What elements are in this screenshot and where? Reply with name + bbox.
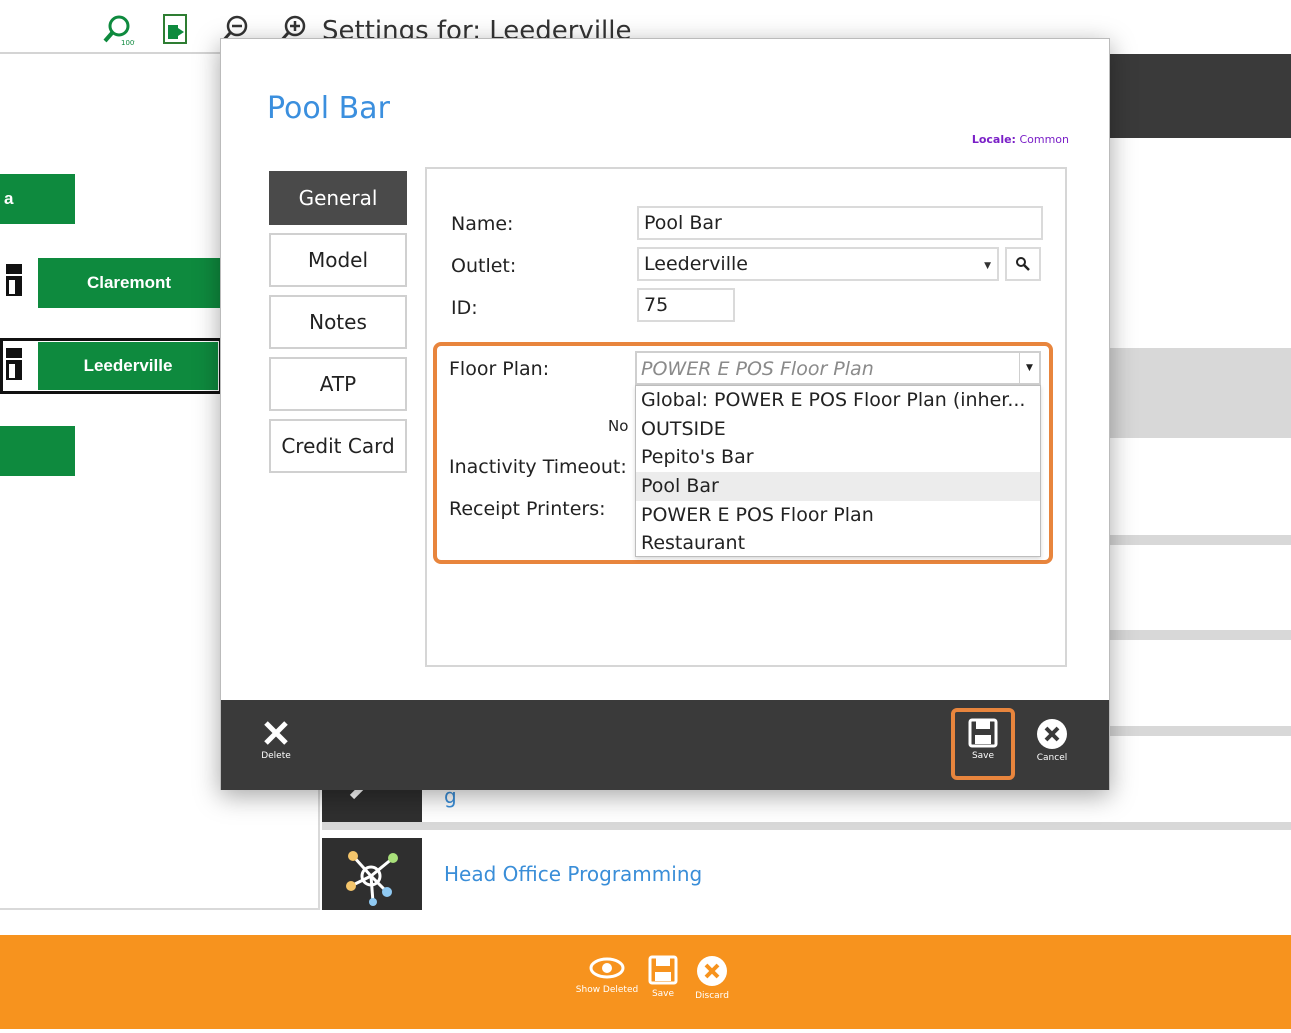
dropdown-option-selected[interactable]: Pool Bar <box>636 472 1040 501</box>
floor-plan-dropdown: Global: POWER E POS Floor Plan (inher...… <box>635 385 1041 557</box>
dropdown-option[interactable]: Global: POWER E POS Floor Plan (inher... <box>636 386 1040 415</box>
discard-button[interactable]: Discard <box>692 955 732 1001</box>
discard-label: Discard <box>695 991 729 1001</box>
store-tile-label: Leederville <box>83 356 173 375</box>
close-icon <box>264 721 288 745</box>
fit-page-icon[interactable] <box>158 12 194 48</box>
menu-separator <box>322 822 1291 830</box>
tab-list: General Model Notes ATP Credit Card <box>269 171 409 481</box>
cancel-label: Cancel <box>1036 753 1068 763</box>
floor-plan-label: Floor Plan: <box>449 358 550 380</box>
store-tile[interactable] <box>0 426 75 476</box>
outlet-search-button[interactable] <box>1005 247 1041 281</box>
save-icon <box>968 718 998 748</box>
floor-plan-select[interactable]: POWER E POS Floor Plan ▼ <box>635 351 1041 385</box>
save-icon <box>648 955 678 985</box>
tab-model[interactable]: Model <box>269 233 407 287</box>
cancel-button[interactable]: Cancel <box>1027 718 1077 763</box>
eye-icon <box>589 957 625 979</box>
show-deleted-label: Show Deleted <box>575 985 639 995</box>
locale-indicator[interactable]: Locale: Common <box>972 133 1069 146</box>
dropdown-option[interactable]: Restaurant <box>636 529 1040 558</box>
outlet-label: Outlet: <box>451 255 517 277</box>
store-tile-label: Claremont <box>86 273 172 292</box>
cancel-icon <box>1037 719 1067 749</box>
search-icon <box>1016 257 1030 271</box>
save-button[interactable]: Save <box>648 955 678 1001</box>
store-icon <box>6 348 22 380</box>
menu-item-label: Head Office Programming <box>444 862 703 886</box>
bottom-actions: Show Deleted Save Discard <box>576 955 732 1001</box>
name-field[interactable]: Pool Bar <box>637 206 1043 240</box>
network-icon <box>322 838 422 910</box>
store-tile-leederville[interactable]: Leederville <box>38 342 218 390</box>
dialog-footer: Delete Save Cancel <box>221 700 1109 790</box>
id-field[interactable]: 75 <box>637 288 735 322</box>
store-icon <box>6 264 22 296</box>
locale-label: Locale: <box>971 133 1016 146</box>
zoom-100-icon[interactable]: 100% <box>100 12 136 48</box>
locale-value: Common <box>1019 133 1069 146</box>
id-label: ID: <box>451 297 478 319</box>
store-tile-label: a <box>4 189 14 208</box>
delete-button[interactable]: Delete <box>251 718 301 761</box>
svg-text:100%: 100% <box>121 39 135 47</box>
chevron-down-icon[interactable]: ▼ <box>1019 353 1039 383</box>
tab-notes[interactable]: Notes <box>269 295 407 349</box>
dropdown-option[interactable]: OUTSIDE <box>636 415 1040 444</box>
tab-atp[interactable]: ATP <box>269 357 407 411</box>
outlet-select[interactable]: Leederville ▼ <box>637 247 999 281</box>
dropdown-option[interactable]: Pepito's Bar <box>636 443 1040 472</box>
settings-dialog: Pool Bar Locale: Common General Model No… <box>220 38 1110 790</box>
delete-label: Delete <box>261 751 291 761</box>
save-label: Save <box>971 751 995 761</box>
tab-general[interactable]: General <box>269 171 407 225</box>
receipt-printers-label: Receipt Printers: <box>449 498 606 520</box>
no-text: No <box>608 417 629 435</box>
store-tile-claremont[interactable]: Claremont <box>38 258 220 308</box>
floor-plan-value: POWER E POS Floor Plan <box>641 358 874 380</box>
tab-credit-card[interactable]: Credit Card <box>269 419 407 473</box>
header-band <box>1100 54 1291 138</box>
dropdown-option[interactable]: POWER E POS Floor Plan <box>636 501 1040 530</box>
dialog-title: Pool Bar <box>267 91 390 126</box>
dialog-save-button[interactable]: Save <box>958 718 1008 761</box>
name-label: Name: <box>451 213 514 235</box>
inactivity-timeout-label: Inactivity Timeout: <box>449 456 627 478</box>
store-tile[interactable]: a <box>0 174 75 224</box>
show-deleted-button[interactable]: Show Deleted <box>576 955 638 1001</box>
discard-icon <box>697 956 727 986</box>
menu-item-head-office-programming[interactable]: Head Office Programming <box>322 834 702 914</box>
outlet-value: Leederville <box>644 253 748 275</box>
chevron-down-icon: ▼ <box>984 261 991 271</box>
save-label: Save <box>651 989 675 999</box>
